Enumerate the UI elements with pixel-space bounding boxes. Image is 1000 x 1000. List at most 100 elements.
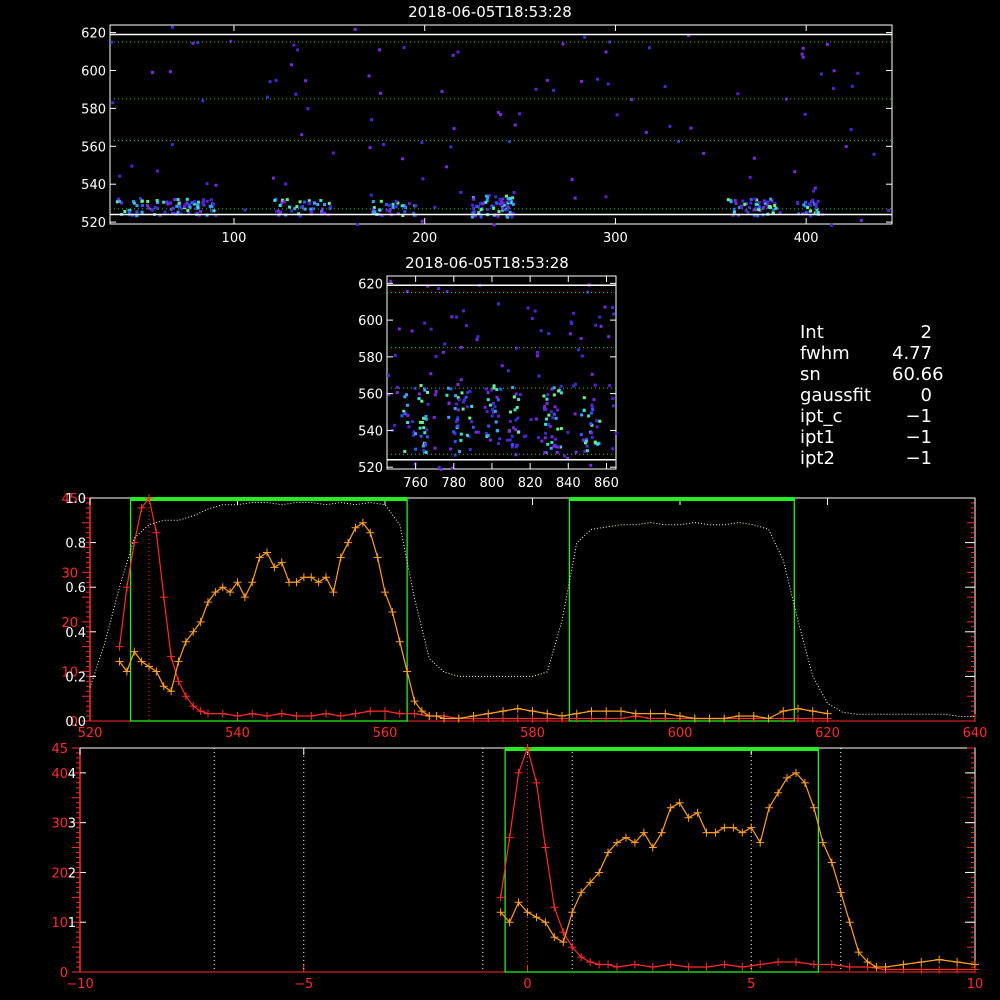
heat-pixel bbox=[419, 434, 423, 438]
heat-pixel bbox=[468, 448, 472, 452]
heat-pixel bbox=[433, 393, 437, 397]
heat-pixel bbox=[814, 202, 818, 206]
heat-pixel bbox=[536, 436, 540, 440]
heat-pixel bbox=[612, 312, 616, 316]
heat-pixel bbox=[496, 214, 500, 218]
orange-point-marker bbox=[823, 709, 832, 718]
heat-pixel bbox=[495, 395, 499, 399]
heat-pixel bbox=[394, 199, 398, 203]
heat-pixel bbox=[537, 374, 541, 378]
heat-pixel bbox=[481, 202, 485, 206]
heat-pixel bbox=[608, 384, 612, 388]
heat-pixel bbox=[510, 434, 514, 438]
orange-point-marker bbox=[248, 578, 257, 587]
red-point-marker bbox=[792, 958, 800, 967]
heat-pixel bbox=[214, 183, 218, 187]
red-point-marker bbox=[204, 709, 212, 718]
orange-point-marker bbox=[145, 662, 153, 671]
info-row-int: Int 2 bbox=[800, 322, 944, 343]
heat-pixel bbox=[486, 398, 490, 402]
middle-heatmap-panel: 760 780 800 820 840 860 520 540 560 580 600 620 bbox=[358, 275, 619, 491]
heat-pixel bbox=[476, 335, 480, 339]
red-point-marker bbox=[684, 963, 693, 972]
info-key: ipt_c bbox=[800, 406, 843, 427]
heat-pixel bbox=[186, 208, 190, 212]
heat-pixel bbox=[454, 420, 458, 424]
heat-pixel bbox=[539, 329, 543, 333]
heat-pixel bbox=[749, 201, 753, 205]
orange-point-marker bbox=[738, 828, 747, 837]
orange-point-marker bbox=[693, 808, 702, 817]
red-point-marker bbox=[189, 702, 198, 711]
heat-pixel bbox=[812, 189, 816, 193]
heat-pixel bbox=[796, 200, 800, 204]
y-tick-label: 620 bbox=[81, 27, 106, 42]
heat-pixel bbox=[298, 200, 302, 204]
info-value: −1 bbox=[905, 406, 932, 427]
x-tick-label: 0 bbox=[523, 977, 531, 992]
heat-pixel bbox=[423, 388, 427, 392]
heat-pixel bbox=[603, 305, 607, 309]
plot-frame bbox=[89, 497, 976, 722]
orange-point-marker bbox=[648, 843, 657, 852]
heat-pixel bbox=[556, 427, 560, 431]
y-tick-label: 600 bbox=[358, 314, 383, 329]
heat-pixel bbox=[135, 210, 139, 214]
heat-pixel bbox=[131, 200, 135, 204]
orange-point-marker bbox=[666, 803, 675, 812]
plot-canvas: 100 200 300 400520540560580600620 760 780 800… bbox=[51, 3, 987, 992]
heat-pixel bbox=[492, 223, 496, 227]
info-key: fwhm bbox=[800, 343, 850, 364]
heat-pixel bbox=[475, 205, 479, 209]
red-point-marker bbox=[827, 960, 836, 969]
heat-pixel bbox=[559, 427, 563, 431]
heat-pixel bbox=[140, 210, 144, 214]
info-row-ipt1: ipt1 −1 bbox=[800, 427, 944, 448]
heat-pixel bbox=[353, 27, 357, 31]
orange-point-marker bbox=[285, 578, 294, 587]
heat-pixel bbox=[581, 438, 585, 442]
heat-pixel bbox=[455, 424, 459, 428]
top-heatmap-title: 2018-06-05T18:53:28 bbox=[408, 3, 572, 21]
heat-pixel bbox=[424, 414, 428, 418]
heat-pixel bbox=[407, 202, 411, 206]
red-point-marker bbox=[167, 652, 176, 661]
heat-pixel bbox=[590, 435, 594, 439]
orange-point-marker bbox=[559, 938, 568, 947]
heat-pixel bbox=[296, 48, 300, 52]
orange-point-marker bbox=[122, 667, 131, 676]
orange-point-marker bbox=[152, 667, 161, 676]
heat-pixel bbox=[513, 123, 517, 127]
info-value: 60.66 bbox=[892, 364, 944, 385]
heat-pixel bbox=[534, 87, 538, 91]
heat-pixel bbox=[477, 211, 481, 215]
heat-pixel bbox=[490, 408, 494, 412]
heat-pixel bbox=[644, 130, 648, 134]
red-tick-label: 20 bbox=[51, 866, 68, 881]
info-value: 0 bbox=[920, 385, 932, 406]
heat-pixel bbox=[459, 438, 463, 442]
heat-pixel bbox=[773, 204, 777, 208]
heat-pixel bbox=[183, 204, 187, 208]
heat-pixel bbox=[769, 197, 773, 201]
x-tick-label: 860 bbox=[594, 476, 619, 491]
x-tick-label: 540 bbox=[225, 726, 250, 741]
heat-pixel bbox=[593, 383, 597, 387]
heat-pixel bbox=[417, 392, 421, 396]
red-point-marker bbox=[505, 833, 514, 842]
heat-pixel bbox=[414, 204, 418, 208]
red-point-marker bbox=[648, 963, 657, 972]
orange-point-marker bbox=[373, 553, 382, 562]
white-tick-label: 0.8 bbox=[65, 537, 86, 552]
red-point-marker bbox=[336, 712, 345, 721]
orange-point-marker bbox=[307, 573, 316, 582]
red-tick-label: 40 bbox=[51, 767, 68, 782]
heat-pixel bbox=[146, 199, 150, 203]
heat-pixel bbox=[488, 438, 492, 442]
x-tick-label: 10 bbox=[967, 977, 984, 992]
heat-pixel bbox=[465, 433, 469, 437]
orange-point-marker bbox=[432, 712, 441, 721]
heat-pixel bbox=[547, 332, 551, 336]
y-tick-label: 540 bbox=[358, 424, 383, 439]
heat-pixel bbox=[804, 200, 808, 204]
